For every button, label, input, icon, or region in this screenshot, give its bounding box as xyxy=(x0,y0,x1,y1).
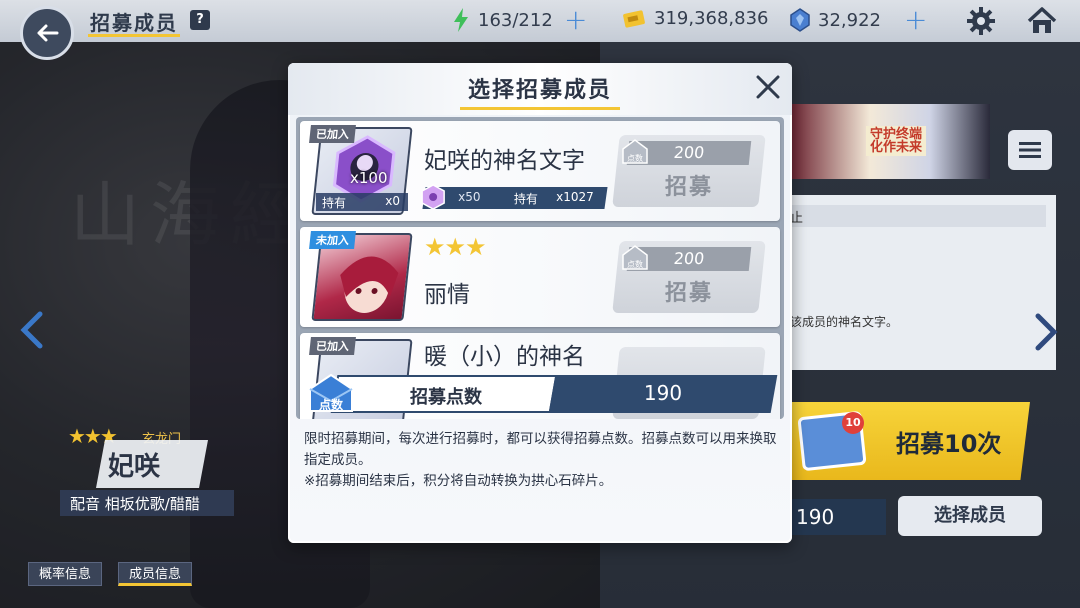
status-badge: 已加入 xyxy=(309,337,356,355)
recruit-points-row: 招募点数 190 点数 xyxy=(304,371,778,417)
points-value: 190 xyxy=(643,381,683,405)
character-name: 妃咲 xyxy=(108,452,161,482)
points-icon-label: 点数 xyxy=(319,397,344,412)
gem-counter: 32,922 xyxy=(790,8,881,32)
lightning-icon xyxy=(454,8,468,32)
member-stars: ★★★ xyxy=(424,233,487,261)
fragment-quantity: x100 xyxy=(350,169,388,187)
list-item[interactable]: 已加入 x100 持有 x0 妃咲的神名文字 x50 持有 x1027 200 … xyxy=(300,121,780,221)
next-arrow-icon[interactable] xyxy=(1032,312,1060,352)
owned-value: x0 xyxy=(385,194,400,208)
back-button[interactable] xyxy=(20,6,74,60)
recruit-description: 限时招募期间，每次进行招募时，都可以获得招募点数。招募点数可以用来换取指定成员。… xyxy=(304,431,777,489)
hold-label: 持有 xyxy=(513,192,538,206)
points-envelope-icon: 点数 xyxy=(309,373,353,412)
stamina-counter: 163/212 xyxy=(452,8,553,32)
title-underline xyxy=(88,34,180,37)
tab-member-info[interactable]: 成员信息 xyxy=(118,562,193,586)
points-display: 190 xyxy=(790,499,886,535)
banner-text: 守护终端 化作未来 xyxy=(866,126,927,156)
select-member-modal: 选择招募成员 已加入 x100 持有 x0 妃咲的神名文字 x50 持有 x10… xyxy=(288,63,792,543)
points-label: 招募点数 xyxy=(410,387,482,408)
home-icon[interactable] xyxy=(1026,5,1058,37)
points-envelope-icon: 点数 xyxy=(622,139,648,164)
settings-gear-icon[interactable] xyxy=(966,6,996,36)
fragment-count: x50 xyxy=(458,190,481,204)
hold-value: x1027 xyxy=(556,190,594,204)
cost-icon-label: 点数 xyxy=(627,153,643,163)
owned-label: 持有 xyxy=(322,196,347,210)
select-member-button[interactable]: 选择成员 xyxy=(898,496,1042,536)
coin-counter: 319,368,836 xyxy=(622,8,769,29)
add-gems-button[interactable]: + xyxy=(904,6,927,34)
member-name: 丽情 xyxy=(424,282,470,308)
close-icon[interactable] xyxy=(754,73,782,101)
cost-icon-label: 点数 xyxy=(627,259,643,269)
add-stamina-button[interactable]: + xyxy=(564,6,587,34)
previous-arrow-icon[interactable] xyxy=(18,310,46,350)
info-row xyxy=(790,205,1046,227)
status-badge: 未加入 xyxy=(309,231,356,249)
fragment-cost-row: x50 持有 x1027 xyxy=(421,184,608,210)
back-arrow-icon xyxy=(37,24,59,42)
stamina-value: 163/212 xyxy=(478,9,553,31)
member-name: 妃咲的神名文字 xyxy=(424,148,585,174)
gem-value: 32,922 xyxy=(818,9,881,31)
recruit-label: 招募 xyxy=(664,281,713,306)
hamburger-icon xyxy=(1019,142,1041,158)
status-badge: 已加入 xyxy=(309,125,356,143)
menu-button[interactable] xyxy=(1008,130,1052,170)
recruit-10-label: 招募10次 xyxy=(896,430,1002,458)
fragment-icon xyxy=(421,184,445,210)
points-envelope-icon: 点数 xyxy=(622,245,648,270)
help-icon[interactable]: ? xyxy=(190,10,210,30)
recruit-label: 招募 xyxy=(664,175,713,200)
owned-bar: 持有 x0 xyxy=(316,193,408,211)
modal-title: 选择招募成员 xyxy=(467,78,612,103)
tab-probability-info[interactable]: 概率信息 xyxy=(28,562,103,586)
character-cv: 配音 相坂优歌/醋醋 xyxy=(70,495,200,513)
crystal-icon xyxy=(790,8,810,32)
coin-value: 319,368,836 xyxy=(654,8,769,29)
modal-title-underline xyxy=(460,107,620,110)
list-item[interactable]: 未加入 ★★★ 丽情 200 点数 招募 xyxy=(300,227,780,327)
coin-ticket-icon xyxy=(623,9,645,28)
info-card: 止 该成员的神名文字。 xyxy=(790,195,1056,370)
member-name: 暖（小）的神名 xyxy=(424,344,585,370)
ticket-count-badge: 10 xyxy=(842,412,864,434)
page-title: 招募成员 xyxy=(90,11,178,35)
info-line-2: 该成员的神名文字。 xyxy=(790,315,899,329)
